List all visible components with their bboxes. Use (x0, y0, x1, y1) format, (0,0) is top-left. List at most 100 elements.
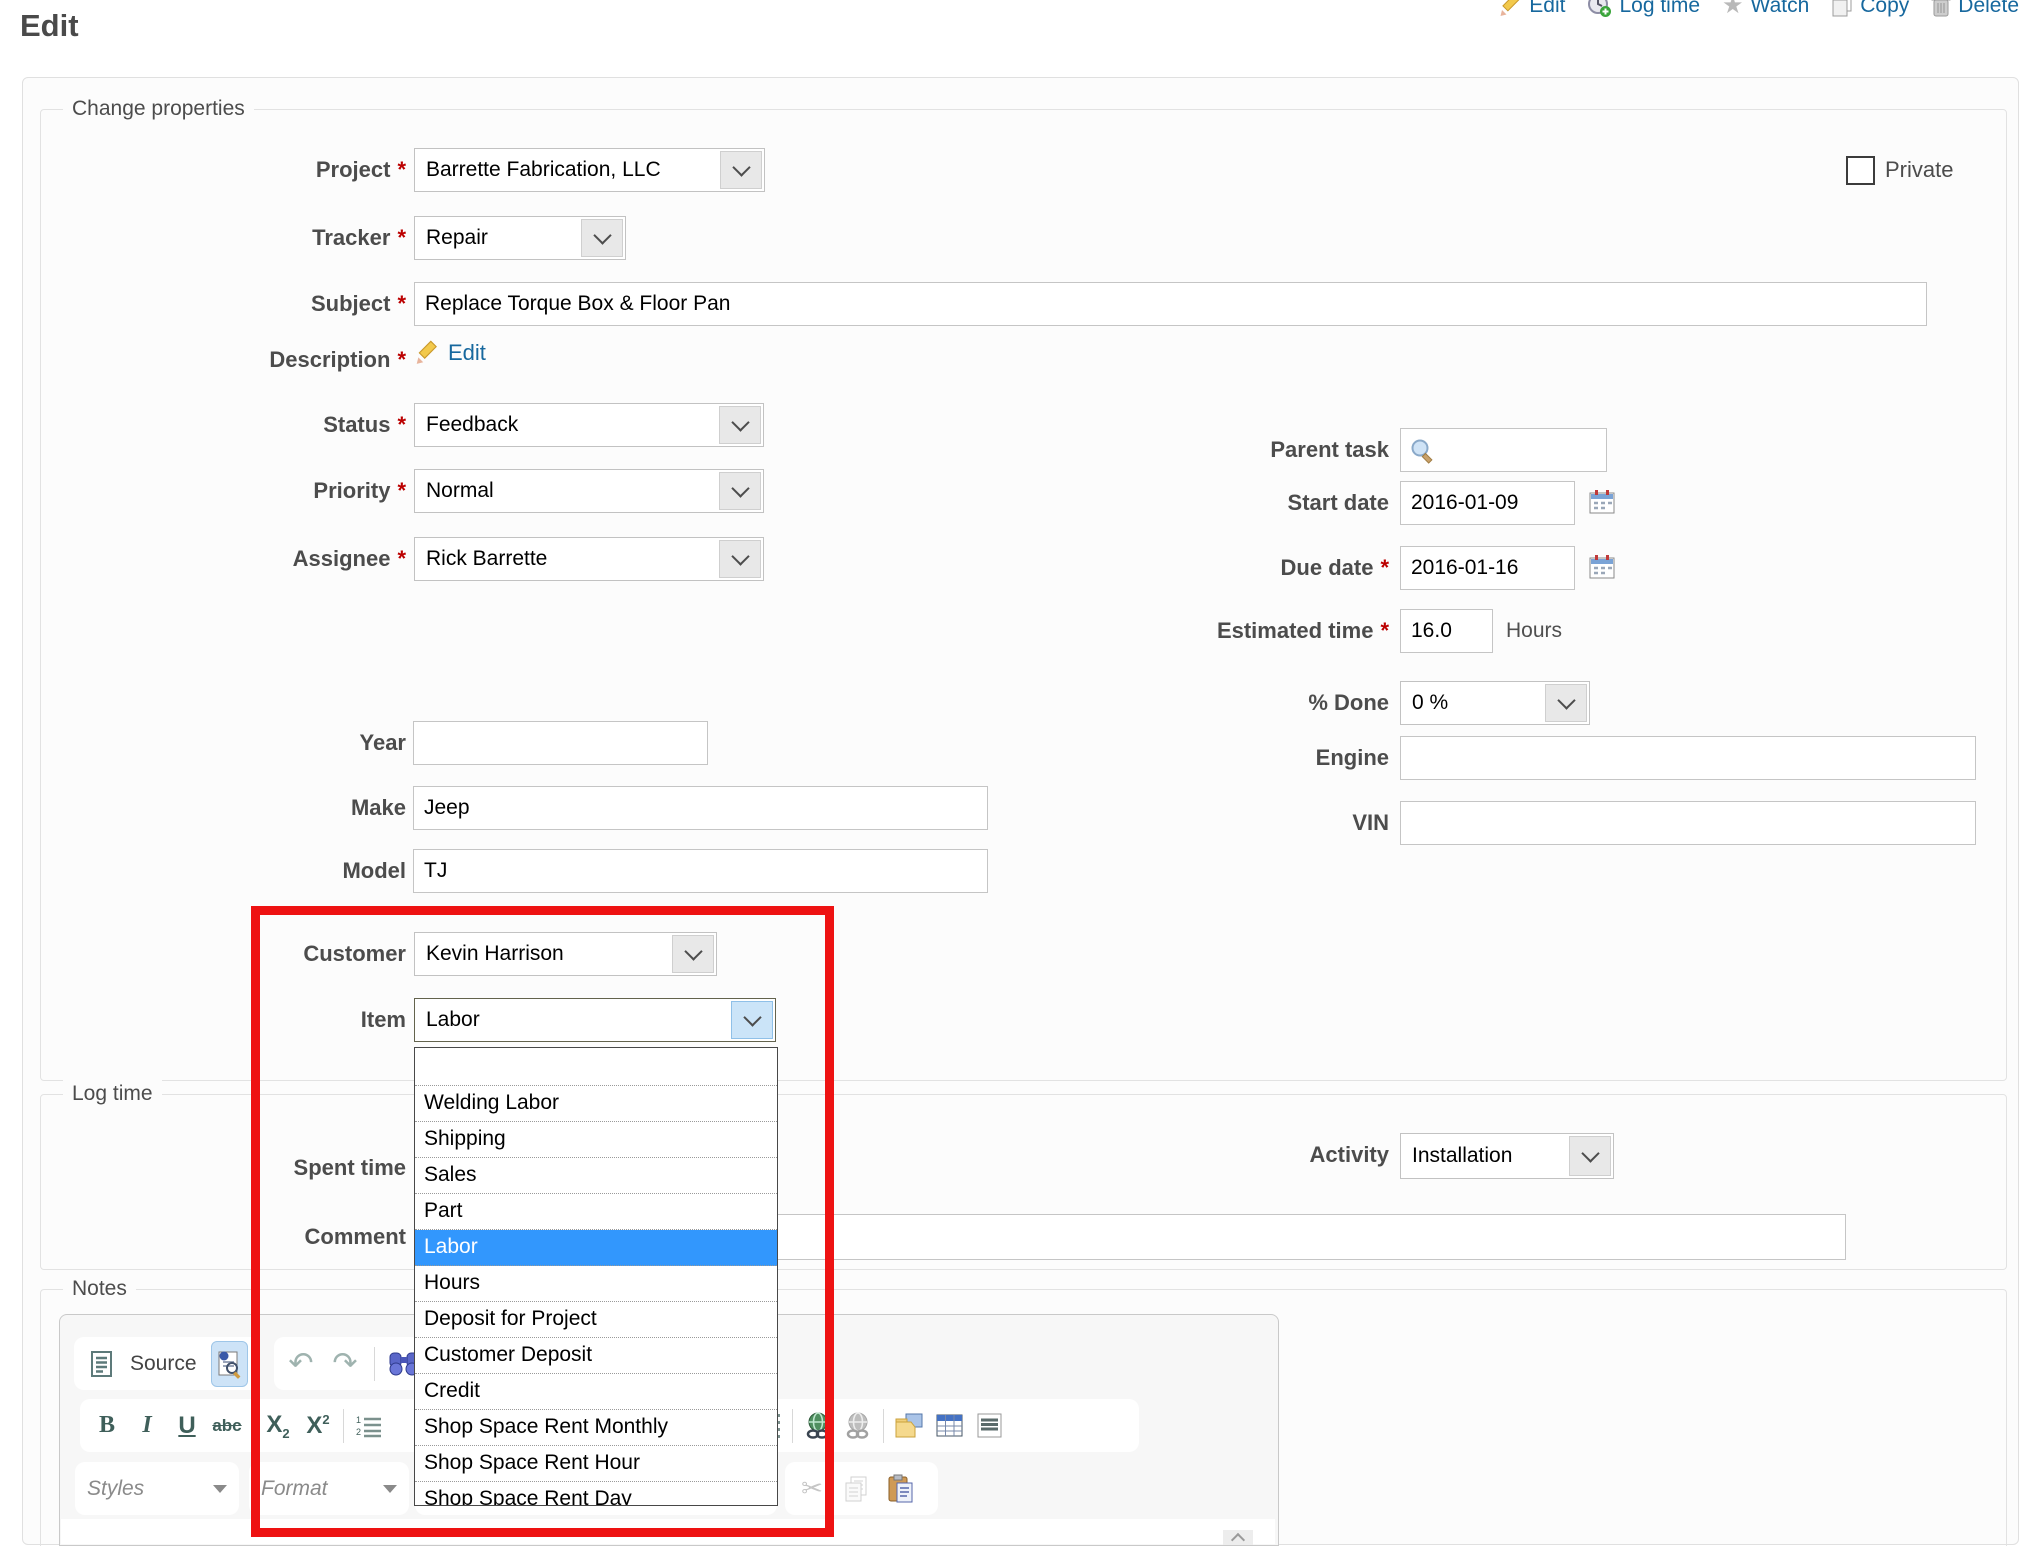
superscript-icon: X2 (306, 1412, 329, 1440)
customer-label: Customer (83, 939, 406, 969)
strikethrough-button[interactable]: abc (212, 1406, 242, 1446)
status-select-value: Feedback (426, 413, 518, 437)
dropdown-option[interactable]: Deposit for Project (415, 1302, 777, 1338)
styles-dropdown-label: Styles (87, 1477, 144, 1501)
dropdown-option[interactable]: Sales (415, 1158, 777, 1194)
dropdown-option[interactable]: Shop Space Rent Hour (415, 1446, 777, 1482)
chevron-down-icon (720, 151, 762, 189)
done-ratio-select[interactable]: 0 % (1400, 681, 1590, 725)
engine-input[interactable] (1400, 736, 1976, 780)
log-time-action-link[interactable]: Log time (1587, 0, 1700, 18)
parent-task-input-wrap (1400, 428, 1607, 472)
item-dropdown[interactable]: Welding LaborShippingSalesPartLaborHours… (414, 1047, 778, 1506)
chevron-down-icon (731, 1001, 773, 1039)
toolbar-separator (792, 1409, 793, 1443)
item-select[interactable]: Labor (414, 998, 776, 1042)
due-date-input[interactable] (1400, 546, 1575, 590)
calendar-icon[interactable] (1589, 554, 1616, 580)
change-properties-legend: Change properties (63, 94, 254, 124)
year-label: Year (83, 728, 406, 758)
dropdown-option[interactable]: Hours (415, 1266, 777, 1302)
caret-down-icon (213, 1485, 227, 1493)
strikethrough-icon: abc (212, 1416, 241, 1436)
dropdown-option[interactable]: Customer Deposit (415, 1338, 777, 1374)
calendar-icon[interactable] (1589, 489, 1616, 515)
activity-select[interactable]: Installation (1400, 1133, 1614, 1179)
vin-input[interactable] (1400, 801, 1976, 845)
parent-task-input[interactable] (1441, 431, 1602, 469)
subject-input[interactable] (414, 282, 1927, 326)
tracker-select[interactable]: Repair (414, 216, 626, 260)
bold-button[interactable]: B (92, 1406, 122, 1446)
paste-button[interactable] (885, 1469, 915, 1509)
change-properties-fieldset (40, 109, 2007, 1081)
priority-label: Priority* (83, 476, 406, 506)
source-button-label: Source (130, 1352, 197, 1376)
superscript-button[interactable]: X2 (303, 1406, 333, 1446)
notes-legend: Notes (63, 1274, 136, 1304)
vin-label: VIN (1023, 808, 1389, 838)
dropdown-option[interactable]: Shipping (415, 1122, 777, 1158)
make-input[interactable] (413, 786, 988, 830)
chevron-down-icon (719, 540, 761, 578)
dropdown-option[interactable]: Welding Labor (415, 1086, 777, 1122)
underline-button[interactable]: U (172, 1406, 202, 1446)
italic-icon: I (142, 1412, 151, 1439)
delete-action-link[interactable]: Delete (1931, 0, 2019, 18)
customer-select[interactable]: Kevin Harrison (414, 932, 717, 976)
table-icon (936, 1413, 963, 1438)
status-select[interactable]: Feedback (414, 403, 764, 447)
scissors-icon: ✂ (801, 1473, 823, 1504)
toolbar-group-formatsel[interactable]: Format (249, 1462, 409, 1515)
italic-button[interactable]: I (132, 1406, 162, 1446)
description-edit-link[interactable]: Edit (414, 336, 486, 370)
format-dropdown-label: Format (261, 1477, 328, 1501)
link-button[interactable] (803, 1406, 833, 1446)
dropdown-option[interactable]: Labor (415, 1230, 777, 1266)
redo-icon: ↷ (332, 1349, 357, 1379)
insert-image-button[interactable] (894, 1406, 924, 1446)
project-select[interactable]: Barrette Fabrication, LLC (414, 148, 765, 192)
dropdown-option[interactable]: Part (415, 1194, 777, 1230)
editor-content-area[interactable] (61, 1519, 1275, 1544)
preview-button[interactable] (211, 1341, 248, 1387)
activity-label: Activity (1023, 1140, 1389, 1170)
text-block-button[interactable] (974, 1406, 1004, 1446)
copy-button[interactable] (841, 1469, 871, 1509)
start-date-input[interactable] (1400, 481, 1575, 525)
due-date-label: Due date* (1023, 553, 1389, 583)
unlink-icon (843, 1412, 873, 1439)
copy-action-link[interactable]: Copy (1831, 0, 1909, 18)
estimated-time-input[interactable] (1400, 609, 1493, 653)
private-checkbox[interactable] (1846, 156, 1875, 185)
priority-select[interactable]: Normal (414, 469, 764, 513)
dropdown-option[interactable]: Shop Space Rent Monthly (415, 1410, 777, 1446)
edit-action-link[interactable]: Edit (1498, 0, 1565, 18)
source-button[interactable] (86, 1344, 116, 1384)
assignee-label: Assignee* (83, 544, 406, 574)
insert-table-button[interactable] (934, 1406, 964, 1446)
numbered-list-button[interactable]: 12 (354, 1406, 384, 1446)
toolbar-group-source: Source (74, 1337, 260, 1390)
chevron-down-icon (719, 472, 761, 510)
estimated-time-label: Estimated time* (1023, 616, 1389, 646)
subscript-button[interactable]: X2 (263, 1406, 293, 1446)
copy-pages-icon (844, 1476, 868, 1502)
model-input[interactable] (413, 849, 988, 893)
cut-button[interactable]: ✂ (797, 1469, 827, 1509)
priority-select-value: Normal (426, 479, 494, 503)
numbered-list-icon: 12 (356, 1414, 382, 1438)
dropdown-option[interactable] (415, 1048, 777, 1086)
watch-action-link[interactable]: ★ Watch (1722, 0, 1809, 18)
bold-icon: B (99, 1412, 115, 1439)
toolbar-group-styles[interactable]: Styles (75, 1462, 239, 1515)
undo-button[interactable]: ↶ (286, 1344, 316, 1384)
dropdown-option[interactable]: Credit (415, 1374, 777, 1410)
dropdown-option[interactable]: Shop Space Rent Day (415, 1482, 777, 1506)
unlink-button[interactable] (843, 1406, 873, 1446)
status-label: Status* (83, 410, 406, 440)
year-input[interactable] (413, 721, 708, 765)
pencil-icon (1498, 0, 1522, 18)
assignee-select[interactable]: Rick Barrette (414, 537, 764, 581)
redo-button[interactable]: ↷ (330, 1344, 360, 1384)
